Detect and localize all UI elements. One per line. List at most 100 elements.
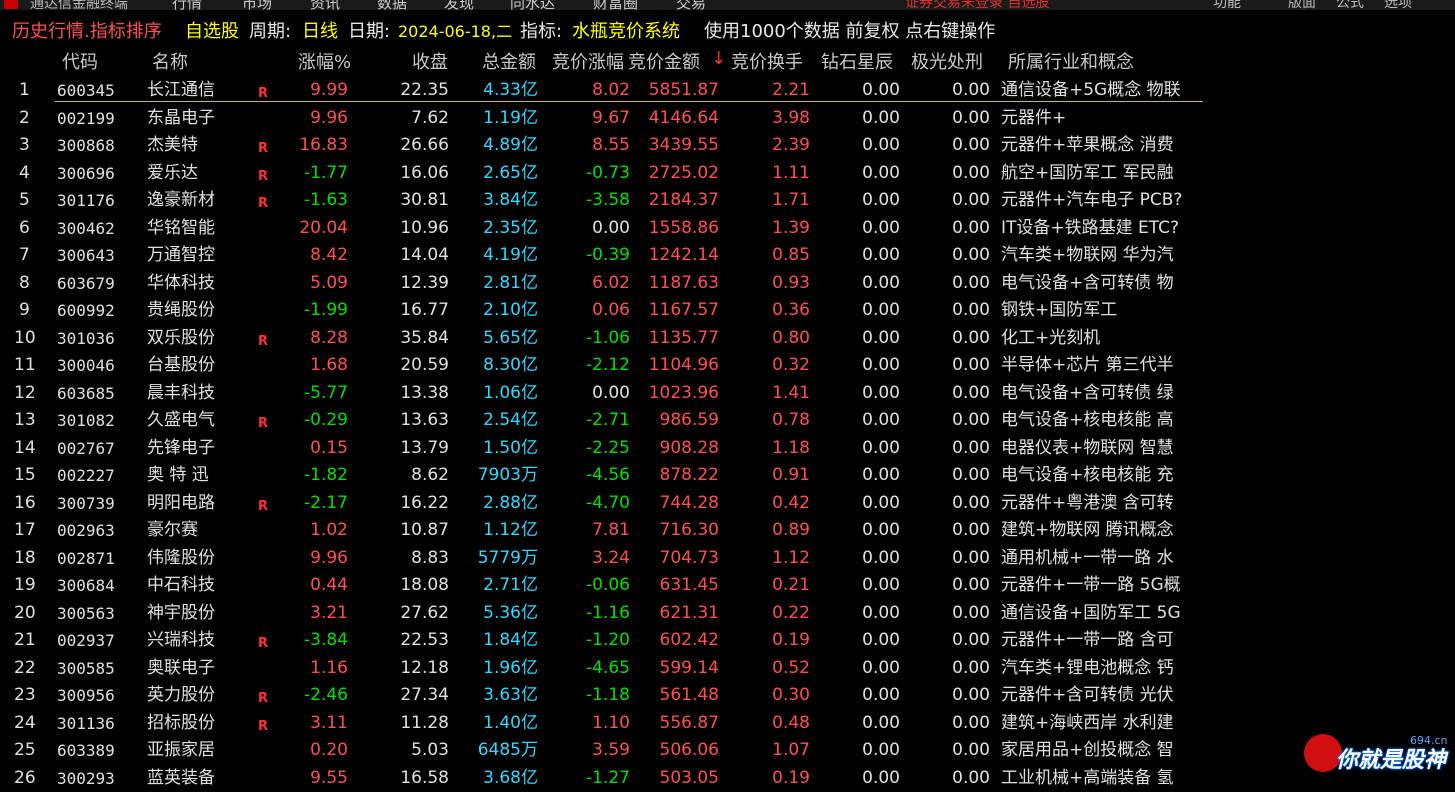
table-row[interactable]: 16 300739 明阳电路 R -2.17 16.22 2.88亿 -4.70 744.28 0… — [0, 490, 1455, 517]
table-row[interactable]: 23 300956 英力股份 R -2.46 27.34 3.63亿 -1.18 561.48 0… — [0, 682, 1455, 709]
table-row[interactable]: 4 300696 爱乐达 R -1.77 16.06 2.65亿 -0.73 2725.02 1.… — [0, 160, 1455, 187]
menu-discover[interactable]: 发现 — [444, 0, 474, 10]
row-bid-turnover: 0.42 — [772, 492, 810, 513]
table-row[interactable]: 10 301036 双乐股份 R 8.28 35.84 5.65亿 -1.06 1135.77 0… — [0, 325, 1455, 352]
row-close: 16.58 — [400, 767, 449, 788]
table-row[interactable]: 8 603679 华体科技 5.09 12.39 2.81亿 6.02 1187.63 0.93… — [0, 270, 1455, 297]
col-close[interactable]: 收盘 — [412, 48, 448, 74]
row-close: 16.22 — [400, 492, 449, 513]
menu-layout[interactable]: 版面 — [1288, 0, 1316, 10]
col-name[interactable]: 名称 — [152, 48, 188, 74]
menu-formula[interactable]: 公式 — [1336, 0, 1364, 10]
row-aurora: 0.00 — [952, 410, 990, 430]
row-aurora: 0.00 — [952, 300, 990, 320]
row-bid-turnover: 0.19 — [772, 630, 810, 650]
row-amount: 2.35亿 — [483, 217, 538, 238]
menu-trade[interactable]: 交易 — [676, 0, 706, 10]
row-amount: 2.54亿 — [483, 410, 538, 430]
row-bid-turnover: 0.52 — [772, 657, 810, 678]
table-row[interactable]: 18 002871 伟隆股份 9.96 8.83 5779万 3.24 704.73 1.12 0… — [0, 545, 1455, 572]
row-code: 300643 — [57, 246, 115, 265]
row-bid-amount: 1558.86 — [648, 217, 719, 238]
col-bid-turnover[interactable]: 竞价换手 — [731, 48, 803, 74]
col-star[interactable]: 钻石星辰 — [821, 48, 893, 74]
table-row[interactable]: 17 002963 豪尔赛 1.02 10.87 1.12亿 7.81 716.30 0.89 0… — [0, 517, 1455, 544]
table-row[interactable]: 7 300643 万通智控 8.42 14.04 4.19亿 -0.39 1242.14 0.8… — [0, 242, 1455, 269]
table-row[interactable]: 24 301136 招标股份 R 3.11 11.28 1.40亿 1.10 556.87 0.4… — [0, 710, 1455, 737]
row-index: 5 — [19, 190, 30, 210]
table-row[interactable]: 25 603389 亚振家居 0.20 5.03 6485万 3.59 506.06 1.07 0… — [0, 737, 1455, 764]
row-code: 300462 — [57, 218, 115, 238]
menu-news[interactable]: 资讯 — [310, 0, 340, 10]
col-bid-change[interactable]: 竞价涨幅 — [552, 48, 624, 74]
col-change[interactable]: 涨幅% — [298, 48, 351, 74]
login-status: 证券交易未登录 自选股 — [905, 0, 1050, 10]
row-amount: 2.71亿 — [483, 575, 538, 595]
row-change: 20.04 — [299, 217, 348, 238]
table-row[interactable]: 20 300563 神宇股份 3.21 27.62 5.36亿 -1.16 621.31 0.2… — [0, 600, 1455, 627]
period-value[interactable]: 日线 — [302, 19, 338, 45]
menu-wealth[interactable]: 财富圈 — [593, 0, 638, 10]
row-aurora: 0.00 — [952, 630, 990, 650]
menu-market[interactable]: 市场 — [242, 0, 272, 10]
row-close: 12.18 — [400, 657, 449, 678]
menu-function[interactable]: 功能 — [1213, 0, 1241, 10]
table-row[interactable]: 21 002937 兴瑞科技 R -3.84 22.53 1.84亿 -1.20 602.42 0… — [0, 627, 1455, 654]
row-code: 300696 — [57, 163, 115, 183]
col-aurora[interactable]: 极光处刑 — [911, 48, 983, 74]
menu-options[interactable]: 选项 — [1384, 0, 1412, 10]
row-close: 27.34 — [400, 685, 449, 705]
row-industry: 汽车类+锂电池概念 钙 — [1001, 657, 1174, 678]
table-row[interactable]: 12 603685 晨丰科技 -5.77 13.38 1.06亿 0.00 1023.96 1.… — [0, 380, 1455, 407]
menu-quotes[interactable]: 行情 — [172, 0, 202, 10]
col-amount[interactable]: 总金额 — [482, 48, 536, 74]
row-bid-amount: 503.05 — [659, 767, 719, 788]
row-amount: 5779万 — [477, 547, 538, 568]
row-aurora: 0.00 — [952, 80, 990, 100]
row-bid-turnover: 1.41 — [772, 382, 810, 403]
row-code: 603685 — [57, 383, 115, 403]
row-code: 600992 — [57, 301, 115, 320]
table-row[interactable]: 3 300868 杰美特 R 16.83 26.66 4.89亿 8.55 3439.55 2.3… — [0, 132, 1455, 159]
table-row[interactable]: 22 300585 奥联电子 1.16 12.18 1.96亿 -4.65 599.14 0.5… — [0, 655, 1455, 682]
menu-tongshuida[interactable]: 同水达 — [510, 0, 555, 10]
table-row[interactable]: 2 002199 东晶电子 9.96 7.62 1.19亿 9.67 4146.64 3.98 0… — [0, 105, 1455, 132]
menu-data[interactable]: 数据 — [377, 0, 407, 10]
table-row[interactable]: 14 002767 先锋电子 0.15 13.79 1.50亿 -2.25 908.28 1.1… — [0, 435, 1455, 462]
row-bid-change: -3.58 — [586, 190, 630, 210]
row-bid-amount: 2184.37 — [648, 190, 719, 210]
table-row[interactable]: 9 600992 贵绳股份 -1.99 16.77 2.10亿 0.06 1167.57 0.3… — [0, 297, 1455, 324]
row-industry: 电气设备+含可转债 物 — [1001, 272, 1174, 293]
col-code[interactable]: 代码 — [62, 48, 98, 74]
col-industry[interactable]: 所属行业和概念 — [1008, 48, 1134, 74]
table-row[interactable]: 26 300293 蓝英装备 9.55 16.58 3.68亿 -1.27 503.05 0.1… — [0, 765, 1455, 792]
table-row[interactable]: 11 300046 台基股份 1.68 20.59 8.30亿 -2.12 1104.96 0.… — [0, 352, 1455, 379]
col-bid-amount[interactable]: 竞价金额 — [628, 48, 700, 74]
table-row[interactable]: 6 300462 华铭智能 20.04 10.96 2.35亿 0.00 1558.86 1.3… — [0, 215, 1455, 242]
row-bid-turnover: 0.19 — [772, 767, 810, 788]
table-row[interactable]: 13 301082 久盛电气 R -0.29 13.63 2.54亿 -2.71 986.59 0… — [0, 407, 1455, 434]
table-row[interactable]: 19 300684 中石科技 0.44 18.08 2.71亿 -0.06 631.45 0.2… — [0, 572, 1455, 599]
table-row[interactable]: 5 301176 逸豪新材 R -1.63 30.81 3.84亿 -3.58 2184.37 1… — [0, 187, 1455, 214]
date-value[interactable]: 2024-06-18,二 — [398, 19, 512, 45]
indicator-value[interactable]: 水瓶竞价系统 — [572, 19, 680, 45]
table-row[interactable]: 15 002227 奥 特 迅 -1.82 8.62 7903万 -4.56 878.22 0.… — [0, 462, 1455, 489]
row-amount: 4.89亿 — [483, 135, 538, 155]
row-close: 14.04 — [400, 245, 449, 265]
table-header: 代码 名称 涨幅% 收盘 总金额 竞价涨幅 竞价金额 ↓ 竞价换手 钻石星辰 极… — [0, 48, 1455, 74]
row-code: 300563 — [57, 603, 115, 623]
row-index: 4 — [19, 162, 30, 183]
row-change: -1.99 — [304, 300, 348, 320]
table-row[interactable]: 1 600345 长江通信 R 9.99 22.35 4.33亿 8.02 5851.87 2.2… — [0, 77, 1455, 104]
row-code: 002227 — [57, 466, 115, 485]
row-name: 神宇股份 — [147, 602, 215, 623]
row-name: 逸豪新材 — [147, 190, 215, 210]
row-name: 奥 特 迅 — [147, 465, 209, 485]
row-star: 0.00 — [862, 245, 900, 265]
row-close: 8.62 — [411, 465, 449, 485]
view-mode[interactable]: 历史行情.指标排序 — [12, 19, 162, 45]
row-index: 2 — [19, 107, 30, 128]
row-star: 0.00 — [862, 190, 900, 210]
row-change: -3.84 — [304, 630, 348, 650]
list-name[interactable]: 自选股 — [185, 19, 239, 45]
